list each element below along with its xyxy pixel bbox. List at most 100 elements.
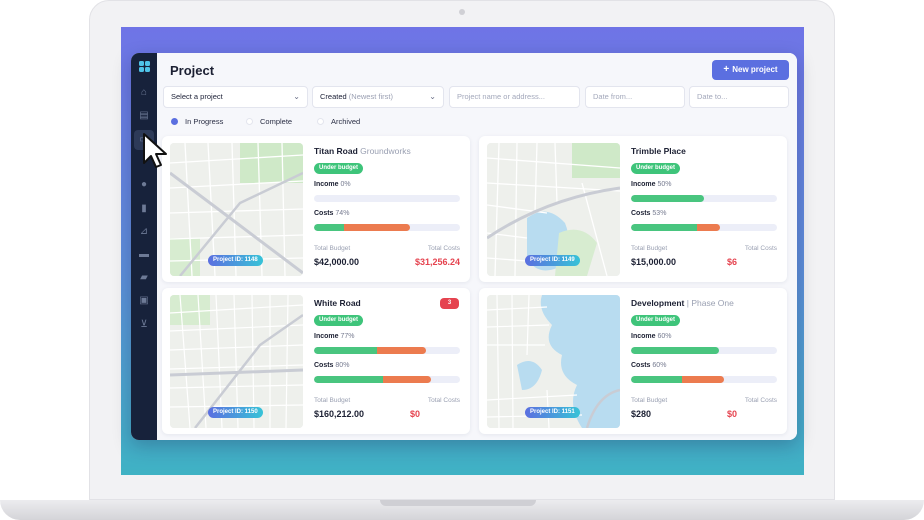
under-budget-badge: Under budget (631, 163, 680, 174)
project-map: Project ID: 1149 (487, 143, 620, 276)
income-bar (631, 347, 777, 354)
income-label: Income 77% (314, 333, 354, 340)
costs-bar-income-segment (631, 376, 682, 383)
income-label: Income 0% (314, 181, 351, 188)
total-budget-value: $42,000.00 (314, 257, 360, 267)
under-budget-badge: Under budget (631, 315, 680, 326)
status-filter-label: Complete (260, 117, 293, 126)
project-id-pill: Project ID: 1150 (208, 407, 263, 418)
laptop-mockup: ⌂ ▤ ▭ ● ▮ ⊿ ▬ ▰ ▣ ⊻ Project +New project… (0, 0, 924, 520)
project-title: Titan Road Groundworks (314, 146, 411, 156)
total-budget-label: Total Budget (314, 245, 351, 252)
project-info: White Road 3 Under budget Income 77% Cos… (314, 298, 460, 428)
total-costs-label: Total Costs (427, 397, 460, 404)
total-costs-value: $0 (409, 409, 420, 419)
briefcase-icon[interactable]: ▣ (138, 296, 150, 306)
plus-icon: + (723, 64, 730, 75)
total-costs-label: Total Costs (744, 397, 777, 404)
costs-bar-income-segment (314, 376, 383, 383)
project-info: Development | Phase One Under budget Inc… (631, 298, 777, 428)
crane-icon[interactable]: ⊿ (138, 227, 150, 237)
project-card[interactable]: Project ID: 1149 Trimble Place Under bud… (479, 136, 787, 282)
date-from-input[interactable]: Date from... (585, 86, 685, 108)
file-icon[interactable]: ▮ (138, 204, 150, 214)
income-label-text: Income (314, 181, 339, 188)
costs-bar-income-segment (631, 224, 697, 231)
total-costs-label: Total Costs (427, 245, 460, 252)
costs-percent: 80% (335, 362, 350, 369)
new-project-label: New project (732, 65, 778, 74)
project-id-pill: Project ID: 1148 (208, 255, 263, 266)
total-costs-value: $31,256.24 (414, 257, 460, 267)
truck-icon[interactable]: ▰ (138, 273, 150, 283)
date-to-input[interactable]: Date to... (689, 86, 789, 108)
laptop-notch (380, 500, 536, 506)
project-select-value: Select a project (171, 92, 223, 101)
camera-dot (459, 9, 465, 15)
income-percent: 77% (340, 333, 355, 340)
income-percent: 0% (340, 181, 351, 188)
costs-bar-income-segment (314, 224, 344, 231)
app-window: ⌂ ▤ ▭ ● ▮ ⊿ ▬ ▰ ▣ ⊻ Project +New project… (131, 53, 797, 440)
costs-bar-fill (682, 376, 724, 383)
costs-bar (631, 224, 777, 231)
total-budget-label: Total Budget (631, 245, 668, 252)
search-input[interactable]: Project name or address... (449, 86, 580, 108)
user-icon[interactable]: ● (138, 180, 150, 190)
home-icon[interactable]: ⌂ (138, 88, 150, 98)
app-logo-icon[interactable] (139, 61, 150, 72)
new-project-button[interactable]: + New project (712, 60, 789, 80)
costs-label: Costs 53% (631, 210, 666, 217)
status-filter-label: In Progress (185, 117, 224, 126)
page-title: Project (170, 63, 215, 78)
income-bar-fill (631, 195, 704, 202)
chevron-down-icon: ⌄ (293, 92, 300, 101)
cart-icon[interactable]: ⊻ (138, 320, 150, 330)
costs-percent: 74% (335, 210, 350, 217)
total-costs-label: Total Costs (744, 245, 777, 252)
costs-percent: 53% (652, 210, 667, 217)
costs-bar-fill (697, 224, 720, 231)
project-subtitle: Groundworks (360, 146, 411, 156)
project-card[interactable]: Project ID: 1150 White Road 3 Under budg… (162, 288, 470, 434)
costs-label-text: Costs (631, 210, 651, 217)
costs-label: Costs 80% (314, 362, 349, 369)
project-id-pill: Project ID: 1151 (525, 407, 580, 418)
under-budget-badge: Under budget (314, 163, 363, 174)
costs-label-text: Costs (631, 362, 651, 369)
project-title: Development | Phase One (631, 298, 734, 308)
total-budget-value: $280 (631, 409, 652, 419)
project-select[interactable]: Select a project ⌄ (163, 86, 308, 108)
project-name: Development (631, 298, 685, 308)
alert-count-badge[interactable]: 3 (440, 298, 459, 309)
sidebar: ⌂ ▤ ▭ ● ▮ ⊿ ▬ ▰ ▣ ⊻ (131, 53, 157, 440)
income-label-text: Income (631, 181, 656, 188)
project-card[interactable]: Project ID: 1151 Development | Phase One… (479, 288, 787, 434)
project-name: Titan Road (314, 146, 358, 156)
chevron-down-icon: ⌄ (429, 92, 436, 101)
costs-label-text: Costs (314, 210, 334, 217)
income-bar-fill (631, 347, 719, 354)
costs-percent: 60% (652, 362, 667, 369)
income-label: Income 60% (631, 333, 671, 340)
sort-select[interactable]: Created (Newest first) ⌄ (312, 86, 444, 108)
project-name: White Road (314, 298, 361, 308)
project-title: Trimble Place (631, 146, 686, 156)
costs-bar-fill (383, 376, 431, 383)
project-card[interactable]: Project ID: 1148 Titan Road Groundworks … (162, 136, 470, 282)
costs-bar (631, 376, 777, 383)
status-filter-label: Archived (331, 117, 361, 126)
document-icon[interactable]: ▤ (138, 111, 150, 121)
main-content: Project + New project Select a project ⌄ … (157, 53, 797, 440)
project-map: Project ID: 1151 (487, 295, 620, 428)
sort-select-value: Created (320, 92, 347, 101)
total-costs-value: $0 (726, 409, 737, 419)
folder-icon[interactable]: ▬ (138, 250, 150, 260)
income-bar (314, 347, 460, 354)
costs-bar (314, 376, 460, 383)
total-budget-label: Total Budget (631, 397, 668, 404)
total-budget-value: $15,000.00 (631, 257, 677, 267)
radio-icon (246, 118, 253, 125)
project-id-pill: Project ID: 1149 (525, 255, 580, 266)
income-label-text: Income (631, 333, 656, 340)
